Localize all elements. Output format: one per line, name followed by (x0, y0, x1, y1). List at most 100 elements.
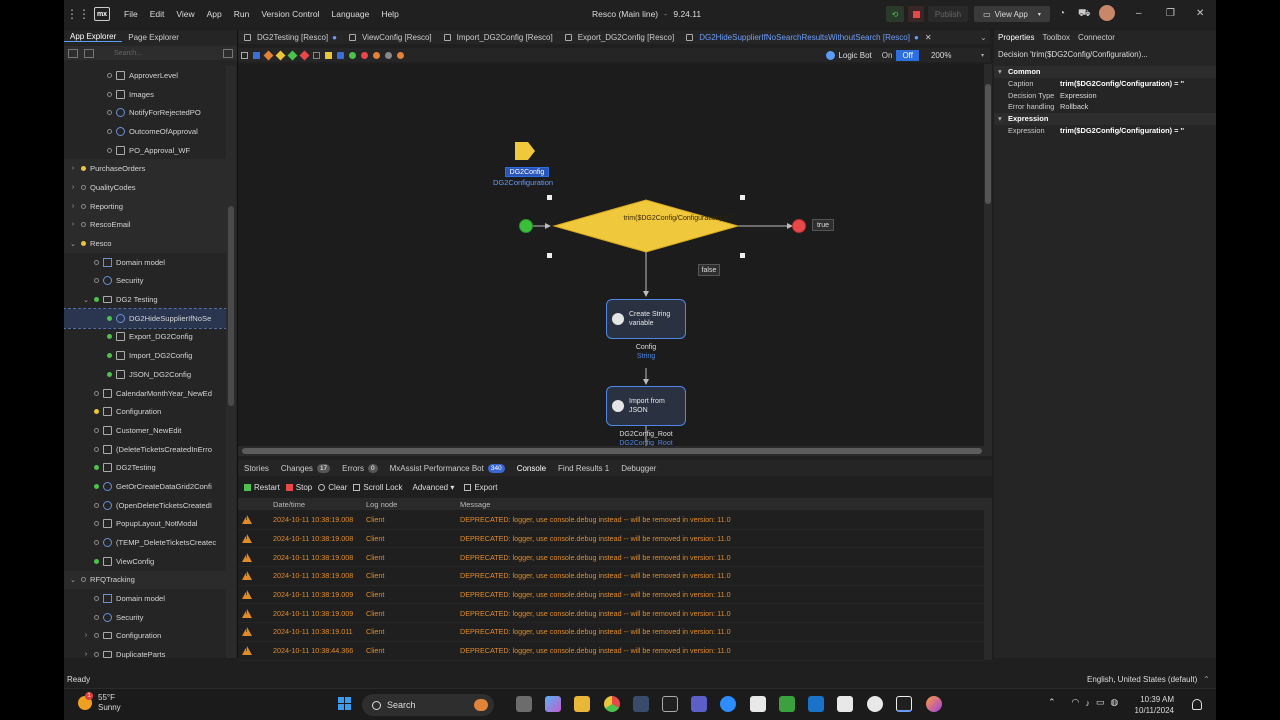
task-view-icon[interactable] (516, 696, 532, 712)
chevron-right-icon[interactable]: › (81, 651, 91, 658)
canvas-hscroll[interactable] (238, 446, 992, 456)
zoom-select[interactable]: 200% (931, 51, 981, 60)
restore-icon[interactable]: ❐ (1166, 8, 1175, 19)
tree-item[interactable]: ⌄ DG2 Testing (64, 290, 226, 309)
close-tab-icon[interactable]: ✕ (925, 33, 932, 42)
tree-item[interactable]: PO_Approval_WF (64, 141, 226, 160)
tree-item[interactable]: (TEMP_DeleteTicketsCreatec (64, 533, 226, 552)
tree-item[interactable]: ViewConfig (64, 552, 226, 571)
avatar[interactable] (1099, 5, 1115, 21)
menu-app[interactable]: App (201, 9, 228, 19)
tree-item[interactable]: Security (64, 272, 226, 291)
scroll-lock-button[interactable]: Scroll Lock (353, 483, 403, 492)
explorer-scrollbar[interactable] (226, 66, 236, 658)
tree-item[interactable]: › Reporting (64, 196, 226, 216)
continue-event-icon[interactable] (384, 51, 392, 59)
chrome-icon[interactable] (604, 696, 620, 712)
tree-item[interactable]: Configuration (64, 402, 226, 421)
tree-item[interactable]: (OpenDeleteTicketsCreatedI (64, 496, 226, 515)
vpn-icon[interactable] (633, 696, 649, 712)
tab-properties[interactable]: Properties (994, 33, 1038, 42)
windows-start-button[interactable] (338, 697, 352, 711)
filter-icon[interactable] (84, 48, 94, 58)
zoom-chevron-icon[interactable]: ▾ (981, 52, 984, 59)
table-row[interactable]: 2024-10-11 10:38:19.008 Client DEPRECATED:… (238, 548, 984, 568)
parameter-shape[interactable] (515, 142, 535, 160)
parameter-tag[interactable]: DG2Config (505, 167, 549, 177)
outlook-icon[interactable] (808, 696, 824, 712)
import-json-activity[interactable]: Import from JSON (606, 386, 686, 426)
table-row[interactable]: 2024-10-11 10:38:19.008 Client DEPRECATED:… (238, 511, 984, 530)
table-row[interactable]: 2024-10-11 10:38:19.008 Client DEPRECATED:… (238, 567, 984, 586)
prop-error-handling-value[interactable]: Rollback (1060, 101, 1088, 113)
microflow-canvas[interactable]: DG2Config DG2Configuration trim($DG2Conf… (238, 64, 984, 446)
editor-tab[interactable]: DG2HideSupplierIfNoSearchResultsWithoutS… (680, 30, 937, 44)
start-event[interactable] (519, 219, 533, 233)
tree-item[interactable]: CalendarMonthYear_NewEd (64, 384, 226, 403)
bottom-tab[interactable]: Find Results 1 (552, 464, 615, 473)
canvas-vscroll[interactable] (984, 64, 992, 446)
table-row[interactable]: 2024-10-11 10:38:19.009 Client DEPRECATED:… (238, 586, 984, 605)
menu-language[interactable]: Language (325, 9, 375, 19)
object-type-decision-icon[interactable] (287, 50, 297, 60)
tree-item[interactable]: OutcomeOfApproval (64, 122, 226, 141)
error-event-icon[interactable] (372, 51, 380, 59)
tree-item[interactable]: JSON_DG2Config (64, 365, 226, 384)
restart-run-button[interactable]: ⟲ (886, 6, 904, 22)
bottom-tab[interactable]: Debugger (615, 464, 662, 473)
tree-item[interactable]: Security (64, 608, 226, 627)
taskbar-search[interactable]: Search (362, 694, 494, 716)
select-tool-icon[interactable] (240, 51, 248, 59)
bottom-tab[interactable]: MxAssist Performance Bot 340 (384, 463, 511, 473)
decision-shape[interactable] (552, 199, 740, 253)
copilot-icon[interactable] (545, 696, 561, 712)
tree-item[interactable]: ApproverLevel (64, 66, 226, 85)
photos-icon[interactable] (750, 696, 766, 712)
chevron-right-icon[interactable]: › (81, 632, 91, 639)
chevron-down-icon[interactable]: ⌄ (68, 576, 78, 584)
selection-handle-tl[interactable] (547, 195, 552, 200)
export-button[interactable]: Export (464, 483, 497, 492)
table-row[interactable]: 2024-10-11 10:38:19.008 Client DEPRECATED:… (238, 530, 984, 549)
tree-item[interactable]: ⌄ RFQTracking (64, 570, 226, 590)
col-message[interactable]: Message (460, 500, 490, 509)
tree-item[interactable]: (DeleteTicketsCreatedInErro (64, 440, 226, 459)
status-language[interactable]: English, United States (default) (1087, 675, 1197, 684)
tree-item[interactable]: › PurchaseOrders (64, 159, 226, 179)
tree-item[interactable]: Export_DG2Config (64, 328, 226, 347)
console-scrollbar[interactable] (984, 498, 992, 660)
restart-button[interactable]: Restart (244, 483, 280, 492)
bottom-tab[interactable]: Changes 17 (275, 463, 336, 473)
explorer-search-input[interactable]: Search... (114, 50, 142, 57)
tree-item[interactable]: Customer_NewEdit (64, 421, 226, 440)
firefox-icon[interactable] (926, 696, 942, 712)
end-event[interactable] (792, 219, 806, 233)
tree-item[interactable]: Domain model (64, 589, 226, 608)
tree-item[interactable]: › QualityCodes (64, 178, 226, 197)
bottom-tab[interactable]: Console (511, 464, 552, 473)
start-event-icon[interactable] (348, 51, 356, 59)
mendix-active-icon[interactable] (896, 696, 912, 712)
create-variable-activity[interactable]: Create String variable (606, 299, 686, 339)
tabs-overflow-chevron-icon[interactable]: ⌄ (980, 33, 987, 42)
editor-tab[interactable]: Import_DG2Config [Resco] (438, 30, 559, 44)
clear-button[interactable]: Clear (318, 483, 347, 492)
prop-decision-type-value[interactable]: Expression (1060, 90, 1097, 102)
col-log-node[interactable]: Log node (366, 500, 397, 509)
close-icon[interactable]: ✕ (1196, 8, 1204, 19)
parameter-yellow-icon[interactable] (324, 51, 332, 59)
chevron-right-icon[interactable]: › (68, 165, 78, 172)
stop-button[interactable]: Stop (285, 483, 312, 492)
menu-version-control[interactable]: Version Control (255, 9, 325, 19)
menu-run[interactable]: Run (228, 9, 256, 19)
logic-bot-off-toggle[interactable]: Off (896, 50, 919, 61)
cart-icon[interactable]: ⛟ (1078, 8, 1091, 21)
menu-file[interactable]: File (118, 9, 144, 19)
table-row[interactable]: 2024-10-11 10:38:44.366 Client DEPRECATED:… (238, 642, 984, 661)
app-circle-icon[interactable] (867, 696, 883, 712)
chevron-right-icon[interactable]: › (68, 221, 78, 228)
editor-tab[interactable]: ViewConfig [Resco] (343, 30, 438, 44)
tree-item[interactable]: ⌄ Resco (64, 234, 226, 253)
stop-run-button[interactable] (908, 6, 924, 22)
section-common[interactable]: Common (994, 66, 1216, 78)
